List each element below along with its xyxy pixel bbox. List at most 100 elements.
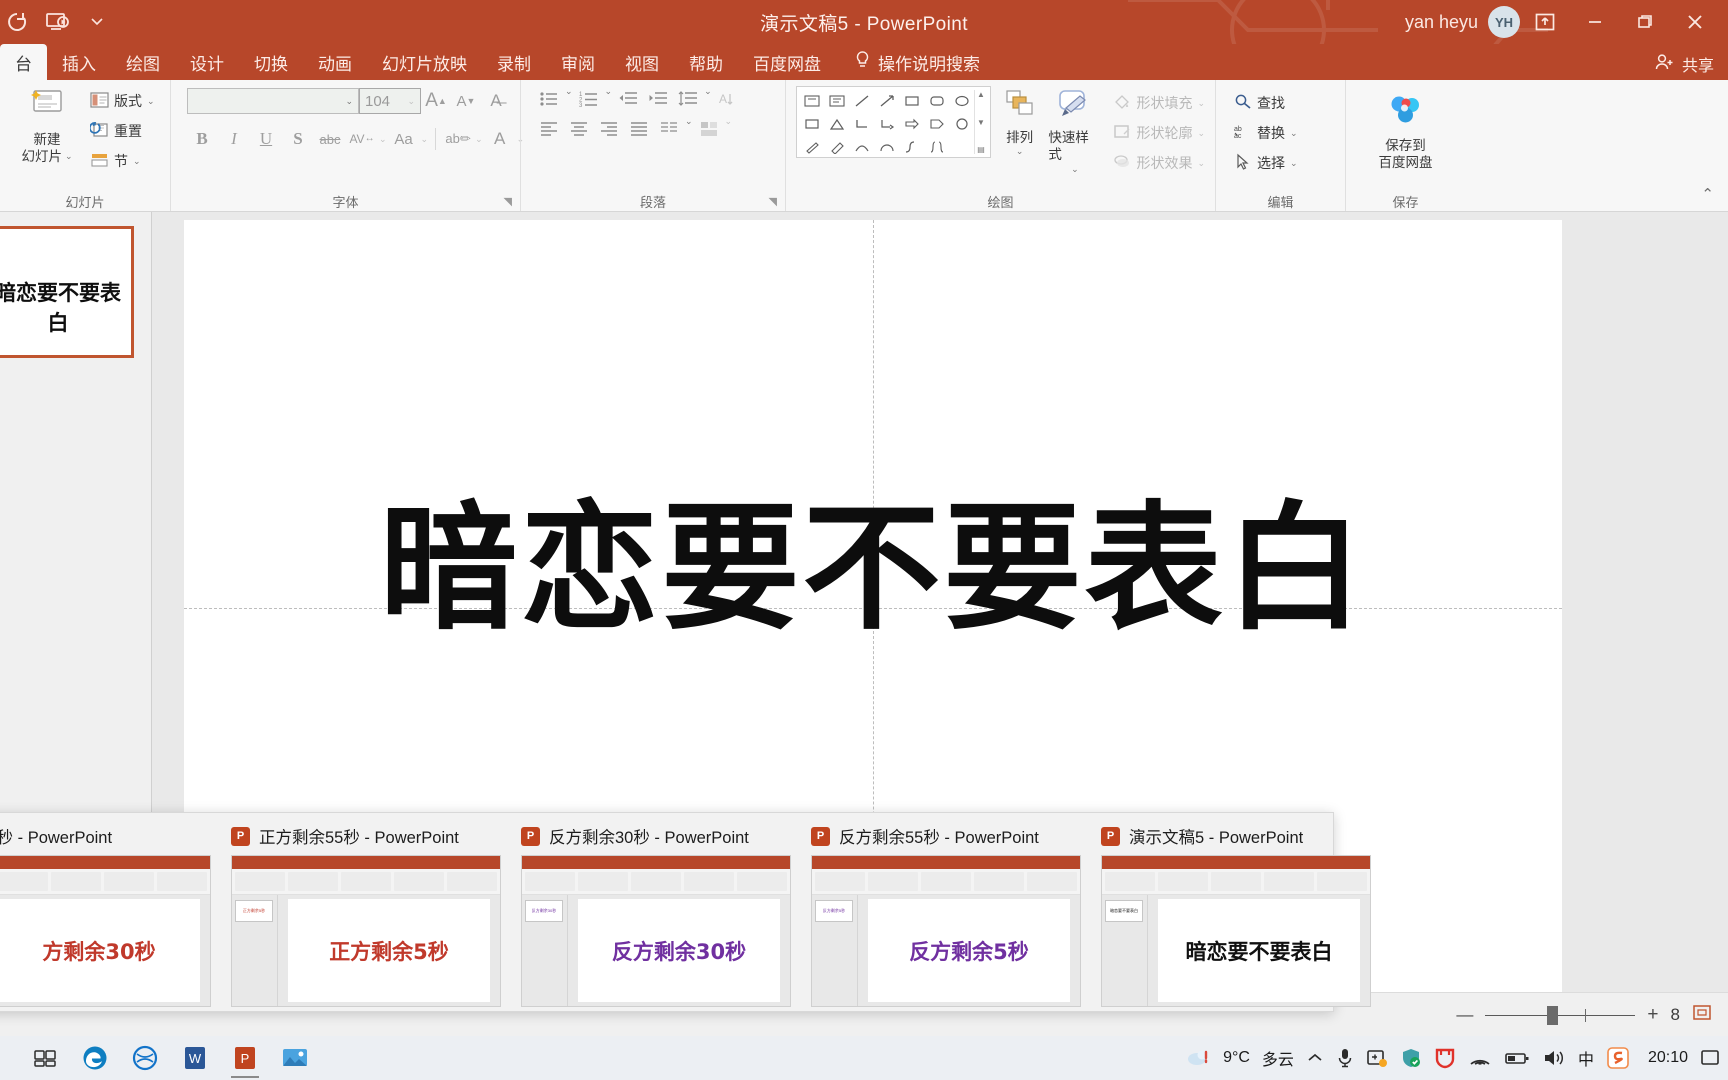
shape-textbox-icon[interactable]	[800, 90, 824, 112]
preview-thumbnail-5[interactable]: 暗恋要不要表白 暗恋要不要表白	[1101, 855, 1371, 1007]
preview-thumbnail-2[interactable]: 正方剩余5秒 正方剩余5秒	[231, 855, 501, 1007]
sogou-input-icon[interactable]	[1606, 1046, 1630, 1070]
zoom-in-button[interactable]: +	[1647, 1004, 1658, 1026]
restore-icon[interactable]	[1620, 0, 1670, 44]
select-button[interactable]: 选择 ⌄	[1230, 148, 1302, 178]
bold-button[interactable]: B	[187, 124, 217, 154]
weather-temperature[interactable]: 9°C	[1223, 1049, 1250, 1067]
tab-view[interactable]: 视图	[610, 44, 674, 80]
quick-styles-button[interactable]: 快速样式 ⌄	[1048, 86, 1101, 175]
powerpoint-icon[interactable]: P	[222, 1036, 268, 1080]
shape-rectangle-icon[interactable]	[900, 90, 924, 112]
taskbar-clock[interactable]: 20:10	[1642, 1049, 1688, 1067]
decrease-indent-icon[interactable]	[614, 86, 642, 112]
scroll-down-icon[interactable]: ▼	[977, 118, 985, 127]
preview-thumbnail-3[interactable]: 反方剩余30秒 反方剩余30秒	[521, 855, 791, 1007]
paragraph-dialog-launcher[interactable]: ◥	[769, 195, 777, 208]
weather-icon[interactable]	[1185, 1046, 1211, 1070]
bullets-icon[interactable]	[535, 86, 563, 112]
shape-rounded-rect-icon[interactable]	[925, 90, 949, 112]
shape-right-arrow-icon[interactable]	[900, 113, 924, 135]
font-color-button[interactable]: A	[485, 124, 515, 154]
preview-item-1[interactable]: P 030秒 - PowerPoint 方剩余30秒	[0, 813, 221, 1007]
weather-description[interactable]: 多云	[1262, 1046, 1294, 1070]
shape-line-icon[interactable]	[850, 90, 874, 112]
zoom-slider[interactable]	[1485, 1005, 1636, 1025]
shadow-button[interactable]: S	[283, 124, 313, 154]
slide-thumbnail-1[interactable]: 暗恋要不要表白	[0, 226, 134, 358]
zoom-percentage[interactable]: 8	[1671, 1005, 1680, 1025]
preview-item-5[interactable]: P 演示文稿5 - PowerPoint 暗恋要不要表白 暗恋要不要表白	[1091, 813, 1381, 1007]
tab-transitions[interactable]: 切换	[239, 44, 303, 80]
volume-icon[interactable]	[1542, 1048, 1566, 1068]
smartart-icon[interactable]	[695, 116, 723, 142]
line-spacing-icon[interactable]	[674, 86, 702, 112]
shape-oval-icon[interactable]	[950, 90, 974, 112]
columns-icon[interactable]	[655, 116, 683, 142]
shape-highlighter-icon[interactable]	[825, 136, 849, 158]
shape-arrow-icon[interactable]	[875, 90, 899, 112]
clear-formatting-button[interactable]: A̶	[481, 86, 511, 116]
justify-icon[interactable]	[625, 116, 653, 142]
align-left-icon[interactable]	[535, 116, 563, 142]
italic-button[interactable]: I	[219, 124, 249, 154]
battery-icon[interactable]	[1504, 1049, 1530, 1067]
share-button[interactable]: 共享	[1655, 52, 1714, 76]
shape-triangle-icon[interactable]	[825, 113, 849, 135]
replace-button[interactable]: ab ac 替换 ⌄	[1230, 118, 1302, 148]
browser-icon[interactable]	[122, 1036, 168, 1080]
collapse-ribbon-button[interactable]: ⌃	[1701, 185, 1714, 203]
tab-design[interactable]: 设计	[175, 44, 239, 80]
font-dialog-launcher[interactable]: ◥	[504, 195, 512, 208]
preview-item-4[interactable]: P 反方剩余55秒 - PowerPoint 反方剩余5秒 反方剩余5秒	[801, 813, 1091, 1007]
strikethrough-button[interactable]: abc	[315, 124, 345, 154]
preview-thumbnail-4[interactable]: 反方剩余5秒 反方剩余5秒	[811, 855, 1081, 1007]
tab-animations[interactable]: 动画	[303, 44, 367, 80]
shape-pen-icon[interactable]	[800, 136, 824, 158]
tab-record[interactable]: 录制	[482, 44, 546, 80]
slide-title-text[interactable]: 暗恋要不要表白	[184, 500, 1562, 638]
save-to-baidu-netdisk-button[interactable]: 保存到 百度网盘	[1356, 90, 1456, 172]
preview-item-2[interactable]: P 正方剩余55秒 - PowerPoint 正方剩余5秒 正方剩余5秒	[221, 813, 511, 1007]
antivirus-icon[interactable]	[1434, 1047, 1456, 1069]
increase-font-size-button[interactable]: A ▲	[421, 86, 451, 116]
align-right-icon[interactable]	[595, 116, 623, 142]
shape-brace-left-icon[interactable]	[900, 136, 924, 158]
shape-rect2-icon[interactable]	[800, 113, 824, 135]
tab-home[interactable]: 台	[0, 44, 47, 80]
font-size-input[interactable]: 104 ⌄	[359, 88, 421, 114]
shapes-scroll-controls[interactable]: ▲ ▼ ▤	[974, 90, 987, 154]
close-icon[interactable]	[1670, 0, 1720, 44]
new-slide-button[interactable]: 新建 幻灯片 ⌄	[14, 86, 80, 166]
shape-fill-button[interactable]: 形状填充 ⌄	[1109, 88, 1209, 118]
numbering-icon[interactable]: 123	[575, 86, 603, 112]
preview-thumbnail-1[interactable]: 方剩余30秒	[0, 855, 211, 1007]
tab-review[interactable]: 审阅	[546, 44, 610, 80]
shape-curve-icon[interactable]	[850, 136, 874, 158]
avatar[interactable]: YH	[1488, 6, 1520, 38]
arrange-button[interactable]: 排列 ⌄	[999, 86, 1040, 158]
tell-me-search[interactable]: 操作说明搜索	[836, 44, 995, 80]
tab-help[interactable]: 帮助	[674, 44, 738, 80]
scroll-up-icon[interactable]: ▲	[977, 90, 985, 99]
zoom-slider-handle[interactable]	[1547, 1005, 1559, 1025]
align-center-icon[interactable]	[565, 116, 593, 142]
show-hidden-icons-chevron[interactable]	[1306, 1050, 1324, 1066]
microphone-icon[interactable]	[1336, 1047, 1354, 1069]
word-icon[interactable]: W	[172, 1036, 218, 1080]
shapes-gallery[interactable]: ▲ ▼ ▤	[796, 86, 991, 158]
shape-effects-button[interactable]: 形状效果 ⌄	[1109, 148, 1209, 178]
section-button[interactable]: 节 ⌄	[86, 146, 159, 176]
find-button[interactable]: 查找	[1230, 88, 1302, 118]
account-name[interactable]: yan heyu	[1405, 12, 1488, 33]
edge-icon[interactable]	[72, 1036, 118, 1080]
tab-draw[interactable]: 绘图	[111, 44, 175, 80]
shape-braces-icon[interactable]	[925, 136, 949, 158]
shape-circle-icon[interactable]	[950, 113, 974, 135]
text-highlight-color-button[interactable]: ab✏	[443, 124, 473, 154]
shape-outline-button[interactable]: 形状轮廓 ⌄	[1109, 118, 1209, 148]
shape-pentagon-icon[interactable]	[925, 113, 949, 135]
shape-arc-icon[interactable]	[875, 136, 899, 158]
character-spacing-button[interactable]: AV ↔	[347, 124, 377, 154]
minimize-icon[interactable]	[1570, 0, 1620, 44]
